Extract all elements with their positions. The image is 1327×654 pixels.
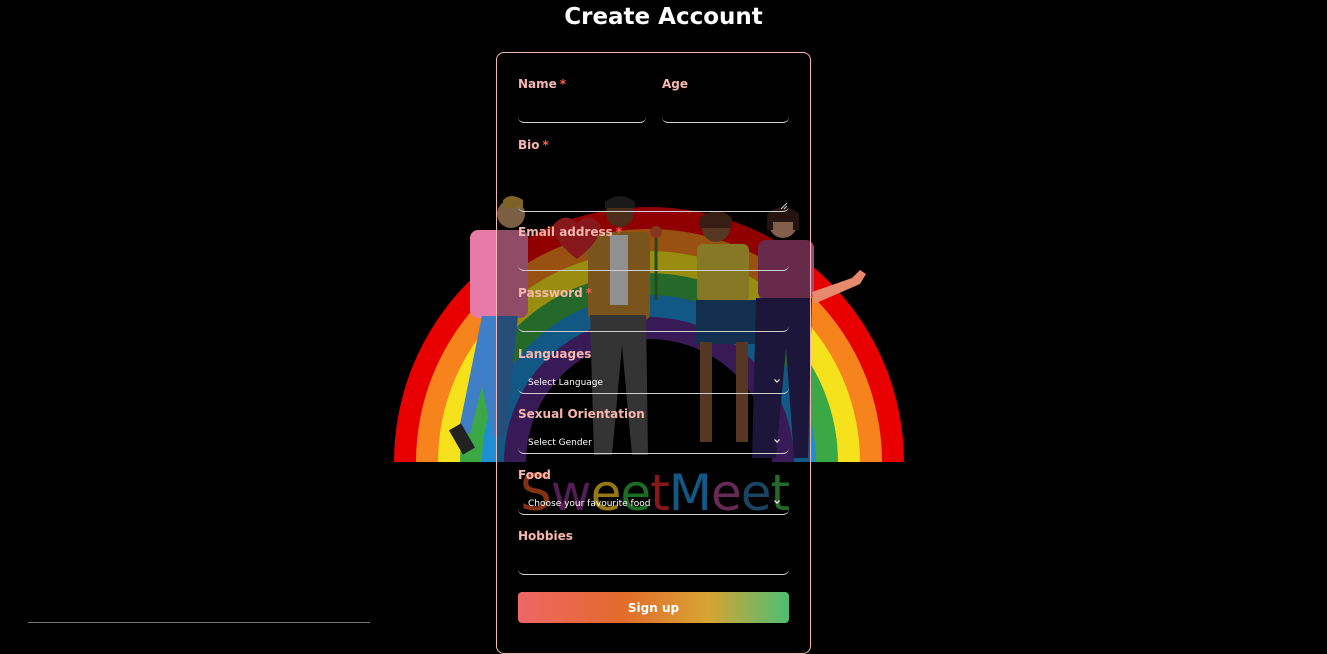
chevron-down-icon (774, 439, 780, 443)
email-label: Email address * (518, 225, 622, 239)
required-marker: * (542, 138, 549, 152)
hobbies-input[interactable] (518, 555, 789, 575)
food-label: Food (518, 468, 551, 482)
languages-select[interactable]: Select Language (518, 372, 789, 394)
orientation-select[interactable]: Select Gender (518, 432, 789, 454)
age-label: Age (662, 77, 689, 91)
password-label-text: Password (518, 286, 583, 300)
required-marker: * (585, 286, 592, 300)
languages-label: Languages (518, 347, 592, 361)
bio-textarea[interactable] (518, 160, 789, 212)
divider (28, 622, 370, 623)
password-label: Password * (518, 286, 592, 300)
orientation-select-value: Select Gender (528, 438, 592, 448)
email-input[interactable] (518, 251, 789, 271)
bio-label: Bio * (518, 138, 549, 152)
email-label-text: Email address (518, 225, 613, 239)
bio-label-text: Bio (518, 138, 540, 152)
name-label: Name * (518, 77, 566, 91)
password-input[interactable] (518, 312, 789, 332)
chevron-down-icon (774, 500, 780, 504)
languages-select-value: Select Language (528, 378, 604, 388)
hobbies-label: Hobbies (518, 529, 573, 543)
resize-handle-icon[interactable] (780, 202, 788, 210)
name-label-text: Name (518, 77, 557, 91)
food-select[interactable]: Choose your favourite food (518, 493, 789, 515)
signup-button[interactable]: Sign up (518, 592, 789, 623)
age-input[interactable] (662, 103, 789, 123)
page-title: Create Account (564, 4, 763, 30)
food-select-value: Choose your favourite food (528, 499, 651, 509)
chevron-down-icon (774, 379, 780, 383)
name-input[interactable] (518, 103, 646, 123)
orientation-label: Sexual Orientation (518, 407, 645, 421)
required-marker: * (615, 225, 623, 239)
required-marker: * (559, 77, 567, 91)
